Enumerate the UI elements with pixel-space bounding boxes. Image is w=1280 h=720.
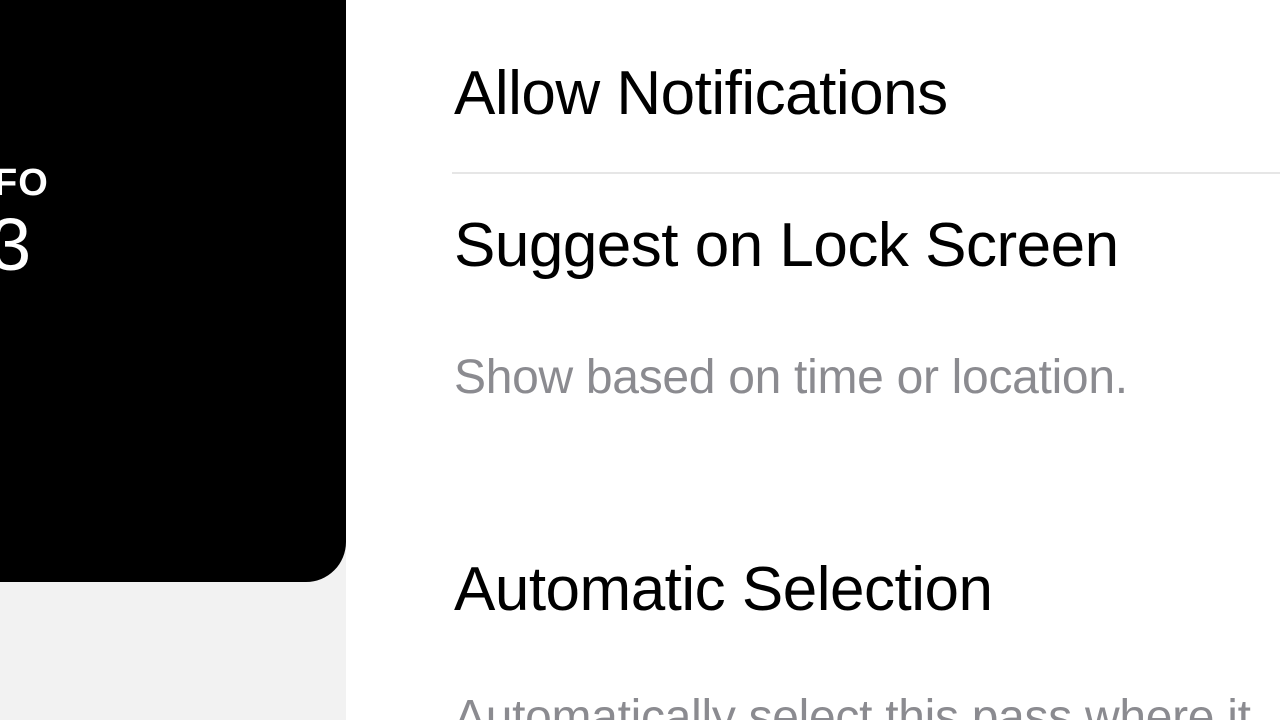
setting-subtitle: Automatically select this pass where it: [454, 690, 1260, 720]
setting-subtitle: Show based on time or location.: [454, 350, 1260, 405]
card-fragment-value: 3: [0, 208, 31, 282]
card-fragment-label: FO: [0, 162, 49, 205]
setting-suggest-lock-screen[interactable]: Suggest on Lock Screen Show based on tim…: [346, 172, 1280, 415]
setting-automatic-selection[interactable]: Automatic Selection Automatically select…: [346, 526, 1280, 720]
divider: [452, 172, 1280, 174]
pass-card[interactable]: FO 3: [0, 0, 346, 582]
setting-allow-notifications[interactable]: Allow Notifications: [346, 0, 1280, 172]
section-gap: [346, 416, 1280, 526]
settings-panel: Allow Notifications Suggest on Lock Scre…: [346, 0, 1280, 720]
setting-title: Allow Notifications: [454, 60, 1260, 128]
setting-title: Suggest on Lock Screen: [454, 212, 1260, 280]
setting-title: Automatic Selection: [454, 556, 1260, 624]
